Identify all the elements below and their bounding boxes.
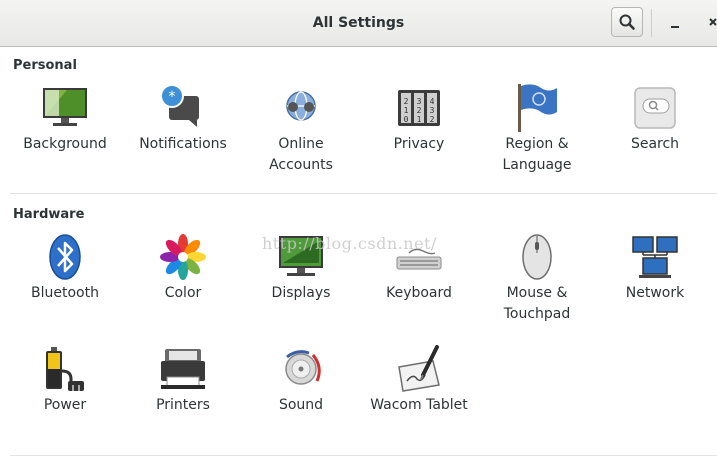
- sound-icon: [285, 350, 321, 385]
- svg-text:1: 1: [417, 115, 422, 124]
- svg-text:3: 3: [417, 97, 422, 106]
- svg-text:2: 2: [404, 97, 409, 106]
- color-icon: [160, 234, 206, 280]
- svg-text:4: 4: [430, 97, 435, 106]
- mouse-icon: [522, 234, 552, 280]
- search-icon: [619, 14, 635, 30]
- minimize-button[interactable]: [664, 11, 686, 35]
- region-language-icon: [518, 84, 557, 132]
- close-icon: [709, 18, 717, 26]
- settings-item-label: Online Accounts: [269, 136, 333, 173]
- search-settings-icon: [634, 87, 676, 129]
- wacom-tablet-icon: [398, 345, 440, 392]
- svg-text:0: 0: [404, 115, 409, 124]
- power-icon: [46, 347, 84, 391]
- window-title: All Settings: [312, 15, 405, 31]
- settings-item-label: Sound: [278, 397, 324, 413]
- network-icon: [632, 236, 678, 278]
- notifications-icon: *: [160, 84, 199, 127]
- header-separator: [651, 9, 652, 37]
- settings-item-label: Background: [23, 136, 107, 152]
- watermark-text: http://blog.csdn.net/: [262, 234, 437, 253]
- svg-text:3: 3: [430, 106, 435, 115]
- section-divider-bottom: [10, 455, 717, 456]
- section-title-hardware: Hardware: [13, 207, 85, 222]
- settings-item-label: Bluetooth: [31, 285, 99, 301]
- svg-text:2: 2: [417, 106, 422, 115]
- privacy-icon: 2 1 0 3 2 1 4 3 2: [398, 90, 440, 126]
- background-icon: [43, 88, 87, 126]
- search-button[interactable]: [611, 7, 643, 37]
- section-divider: [10, 193, 717, 194]
- section-title-personal: Personal: [13, 58, 77, 73]
- settings-item-label: Color: [164, 285, 202, 301]
- svg-text:2: 2: [430, 115, 435, 124]
- settings-item-label: Mouse & Touchpad: [503, 285, 571, 322]
- settings-item-label: Notifications: [139, 136, 227, 152]
- settings-item-label: Wacom Tablet: [370, 397, 468, 413]
- settings-item-label: Printers: [156, 397, 210, 413]
- printer-icon: [161, 349, 205, 389]
- settings-item-label: Keyboard: [386, 285, 452, 301]
- close-button[interactable]: [700, 11, 717, 35]
- settings-item-label: Displays: [271, 285, 331, 301]
- header-bar: All Settings: [0, 0, 717, 47]
- minimize-icon: [671, 26, 679, 28]
- svg-text:1: 1: [404, 106, 409, 115]
- online-accounts-icon: [286, 91, 316, 121]
- settings-item-label: Power: [43, 397, 87, 413]
- settings-item-label: Search: [630, 136, 680, 152]
- svg-text:*: *: [169, 89, 176, 105]
- settings-item-label: Privacy: [393, 136, 445, 152]
- settings-item-label: Region & Language: [502, 136, 572, 173]
- bluetooth-icon: [49, 234, 81, 280]
- settings-item-label: Network: [625, 285, 685, 301]
